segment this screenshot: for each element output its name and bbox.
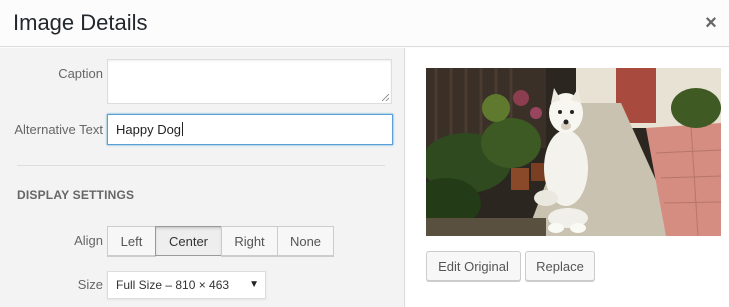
replace-button[interactable]: Replace — [525, 251, 595, 281]
page-title: Image Details — [13, 10, 148, 35]
align-button-group: Left Center Right None — [107, 226, 334, 256]
text-caret — [182, 122, 184, 136]
edit-original-button[interactable]: Edit Original — [426, 251, 521, 281]
align-center-button[interactable]: Center — [155, 226, 222, 256]
align-right-button[interactable]: Right — [221, 226, 278, 256]
modal-header: Image Details × — [0, 0, 729, 47]
chevron-down-icon: ▼ — [249, 279, 259, 290]
size-label: Size — [77, 277, 103, 292]
dog-photo — [426, 68, 721, 236]
align-none-button[interactable]: None — [277, 226, 334, 256]
alt-text-value: Happy Dog — [116, 122, 182, 137]
size-select[interactable]: Full Size – 810 × 463 ▼ — [107, 271, 266, 299]
caption-field[interactable] — [107, 59, 392, 104]
align-left-button[interactable]: Left — [107, 226, 156, 256]
alt-text-label: Alternative Text — [14, 122, 103, 137]
settings-panel: Caption Alternative Text Happy Dog DISPL… — [0, 48, 405, 307]
alt-text-field[interactable]: Happy Dog — [107, 114, 393, 145]
divider — [17, 165, 385, 166]
caption-label: Caption — [58, 66, 103, 81]
dog-photo-illustration — [426, 68, 721, 236]
size-select-value: Full Size – 810 × 463 — [116, 278, 230, 292]
image-details-modal: Image Details × Caption Alternative Text… — [0, 0, 729, 307]
close-icon[interactable]: × — [693, 0, 729, 47]
image-panel: Edit Original Replace — [406, 48, 729, 307]
resize-grip-icon[interactable] — [382, 94, 389, 101]
display-settings-heading: DISPLAY SETTINGS — [17, 188, 135, 202]
align-label: Align — [74, 233, 103, 248]
